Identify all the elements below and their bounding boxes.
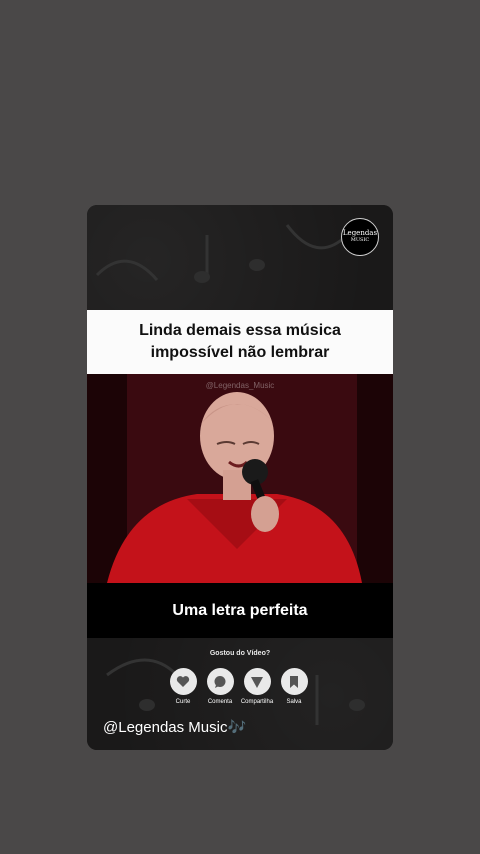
top-caption-line-2: impossível não lembrar <box>150 344 330 361</box>
logo-text: Legendas <box>342 229 378 237</box>
singer-performance-image <box>87 374 393 583</box>
top-caption-line-1: Linda demais essa música <box>139 322 341 339</box>
comment-label: Comenta <box>207 699 233 705</box>
like-button[interactable]: Curte <box>169 668 197 705</box>
comment-button[interactable]: Comenta <box>206 668 234 705</box>
video-card[interactable]: Legendas MUSIC Linda demais essa música … <box>87 205 393 750</box>
heart-icon <box>169 668 197 695</box>
action-buttons: Curte Comenta Compartilha Salva <box>169 668 308 705</box>
video-watermark: @Legendas_Music <box>205 381 275 390</box>
top-caption: Linda demais essa música impossível não … <box>87 310 393 374</box>
like-label: Curte <box>175 699 191 705</box>
engagement-question: Gostou do Vídeo? <box>209 650 271 657</box>
share-icon <box>243 668 271 695</box>
comment-icon <box>206 668 234 695</box>
channel-handle: @Legendas Music🎶 <box>103 719 247 736</box>
share-label: Compartilha <box>240 699 274 705</box>
engagement-section: Gostou do Vídeo? Curte Comenta Compartil… <box>87 638 393 750</box>
bottom-caption-text: Uma letra perfeita <box>172 601 308 619</box>
bottom-caption: Uma letra perfeita <box>87 583 393 638</box>
logo-subtext: MUSIC <box>350 237 370 243</box>
bookmark-icon <box>280 668 308 695</box>
brand-logo: Legendas MUSIC <box>341 218 379 256</box>
video-frame[interactable]: @Legendas_Music <box>87 374 393 583</box>
save-button[interactable]: Salva <box>280 668 308 705</box>
save-label: Salva <box>286 699 302 705</box>
share-button[interactable]: Compartilha <box>240 668 274 705</box>
